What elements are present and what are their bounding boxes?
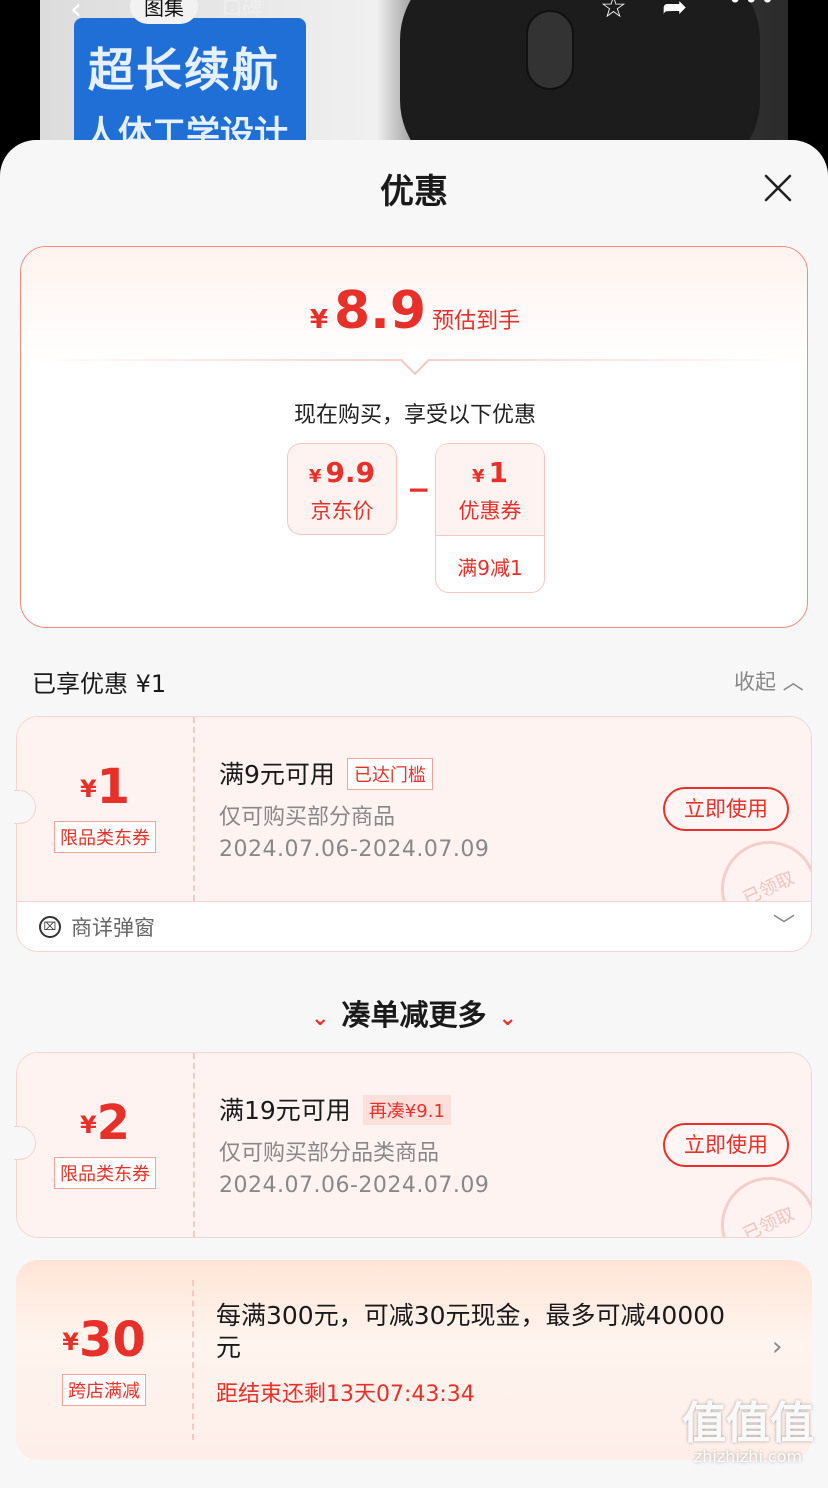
coupon-amount: 2	[96, 1095, 131, 1151]
coupon-card-1: ¥1 限品类东券 满9元可用 已达门槛 仅可购买部分商品 2024.07.06-2…	[16, 716, 812, 952]
coupon-value: ¥2	[17, 1095, 193, 1151]
mouse-button-image	[526, 10, 574, 90]
coupon-deduction-currency: ¥	[471, 466, 485, 487]
coupon-deduction-label: 优惠券	[458, 499, 522, 523]
sheet-title: 优惠	[380, 172, 448, 212]
chevron-down-icon: ⌄	[311, 1006, 330, 1031]
promo-separator	[192, 1280, 194, 1440]
coupon-value: ¥1	[17, 759, 193, 815]
minus-sign: −	[407, 473, 431, 506]
more-discount-title: ⌄ 凑单减更多 ⌄	[0, 992, 828, 1034]
collapse-label: 收起	[734, 670, 776, 694]
chevron-down-icon: ⌄	[498, 1006, 517, 1031]
coupon-desc: 仅可购买部分品类商品	[219, 1141, 440, 1166]
collapse-button[interactable]: 收起 ︿	[734, 666, 804, 696]
estimated-price: ¥8.9 预估到手	[21, 281, 807, 341]
watermark-domain: zhizhizhi.com	[693, 1447, 803, 1466]
coupon-type-tag: 限品类东券	[54, 1157, 156, 1189]
promo-value-area: ¥30 跨店满减	[16, 1260, 192, 1460]
jd-price-label: 京东价	[310, 499, 374, 523]
coupon-deduction-box: ¥1 优惠券 满9减1	[435, 443, 545, 593]
coupon-separator	[193, 1053, 195, 1237]
coupon-amount: 1	[96, 759, 131, 815]
star-icon[interactable]: ☆	[600, 0, 627, 26]
coupon-card-2: ¥2 限品类东券 满19元可用 再凑¥9.1 仅可购买部分品类商品 2024.07…	[16, 1052, 812, 1238]
banner-line-1: 超长续航	[88, 43, 280, 97]
estimated-amount: 8.9	[333, 281, 427, 341]
use-now-button[interactable]: 立即使用	[663, 787, 789, 831]
coupon-body: ¥2 限品类东券 满19元可用 再凑¥9.1 仅可购买部分品类商品 2024.07…	[17, 1053, 811, 1237]
tab-reviews[interactable]: 口碑	[222, 0, 262, 28]
more-dots-icon[interactable]: •••	[728, 0, 776, 22]
coupon-separator	[193, 717, 195, 901]
coupon-title: 满9元可用 已达门槛	[219, 755, 433, 791]
coupon-footer-text: 商详弹窗	[71, 916, 155, 940]
share-icon[interactable]: ➦	[662, 0, 687, 26]
watermark: 值值值 zhizhizhi.com	[670, 1400, 826, 1466]
promo-value: ¥30	[16, 1312, 192, 1368]
estimated-label: 预估到手	[432, 309, 521, 334]
tab-gallery[interactable]: 图集	[130, 0, 198, 24]
coupon-date: 2024.07.06-2024.07.09	[219, 837, 490, 862]
coupon-type-tag: 限品类东券	[54, 821, 156, 853]
coupon-deduction-value: ¥1	[436, 444, 544, 489]
buy-note: 现在购买，享受以下优惠	[293, 403, 536, 428]
promo-type-tag: 跨店满减	[62, 1374, 146, 1406]
add-more-badge: 再凑¥9.1	[362, 1095, 451, 1125]
popup-icon: ⌧	[39, 916, 61, 938]
watermark-text: 值值值	[682, 1398, 814, 1449]
chevron-up-icon: ︿	[782, 670, 804, 694]
jd-price-box: ¥9.9 京东价	[287, 443, 397, 535]
coupon-footer[interactable]: ⌧ 商详弹窗 ﹀	[17, 901, 811, 951]
jd-price-amount: 9.9	[325, 456, 376, 489]
coupon-currency: ¥	[79, 1111, 97, 1139]
jd-price-currency: ¥	[308, 466, 322, 487]
discount-sheet: 优惠 ¥8.9 预估到手 现在购买，享受以下优惠 ¥9.9 京东价 − ¥1 优惠…	[0, 140, 828, 1488]
coupon-date: 2024.07.06-2024.07.09	[219, 1173, 490, 1198]
enjoyed-discount-label: 已享优惠 ¥1	[32, 670, 167, 698]
threshold-badge: 已达门槛	[346, 758, 433, 790]
coupon-desc: 仅可购买部分商品	[219, 805, 396, 830]
claimed-stamp: 已领取	[705, 1161, 811, 1237]
coupon-deduction-amount: 1	[488, 456, 508, 489]
price-summary-card: ¥8.9 预估到手 现在购买，享受以下优惠 ¥9.9 京东价 − ¥1 优惠券 满…	[20, 246, 808, 628]
close-icon[interactable]	[762, 172, 794, 204]
use-now-button[interactable]: 立即使用	[663, 1123, 789, 1167]
jd-price-value: ¥9.9	[288, 444, 396, 489]
coupon-deduction-top: ¥1 优惠券	[436, 444, 544, 536]
more-discount-text: 凑单减更多	[341, 998, 487, 1032]
coupon-value-area: ¥1 限品类东券	[17, 717, 193, 901]
estimated-currency: ¥	[309, 305, 328, 335]
coupon-title-text: 满19元可用	[219, 1096, 351, 1125]
chevron-left-icon[interactable]: ‹	[70, 0, 82, 28]
promo-text: 每满300元，可减30元现金，最多可减40000元	[216, 1301, 726, 1362]
coupon-value-area: ¥2 限品类东券	[17, 1053, 193, 1237]
coupon-condition: 满9减1	[457, 556, 523, 580]
chevron-right-icon[interactable]: ›	[772, 1332, 782, 1362]
promo-currency: ¥	[62, 1328, 79, 1356]
coupon-body: ¥1 限品类东券 满9元可用 已达门槛 仅可购买部分商品 2024.07.06-2…	[17, 717, 811, 951]
promo-amount: 30	[78, 1312, 146, 1368]
coupon-currency: ¥	[79, 775, 97, 803]
chevron-down-icon[interactable]: ﹀	[773, 908, 795, 940]
promo-countdown: 距结束还剩13天07:43:34	[216, 1382, 475, 1407]
coupon-title: 满19元可用 再凑¥9.1	[219, 1091, 451, 1127]
coupon-title-text: 满9元可用	[219, 760, 335, 789]
